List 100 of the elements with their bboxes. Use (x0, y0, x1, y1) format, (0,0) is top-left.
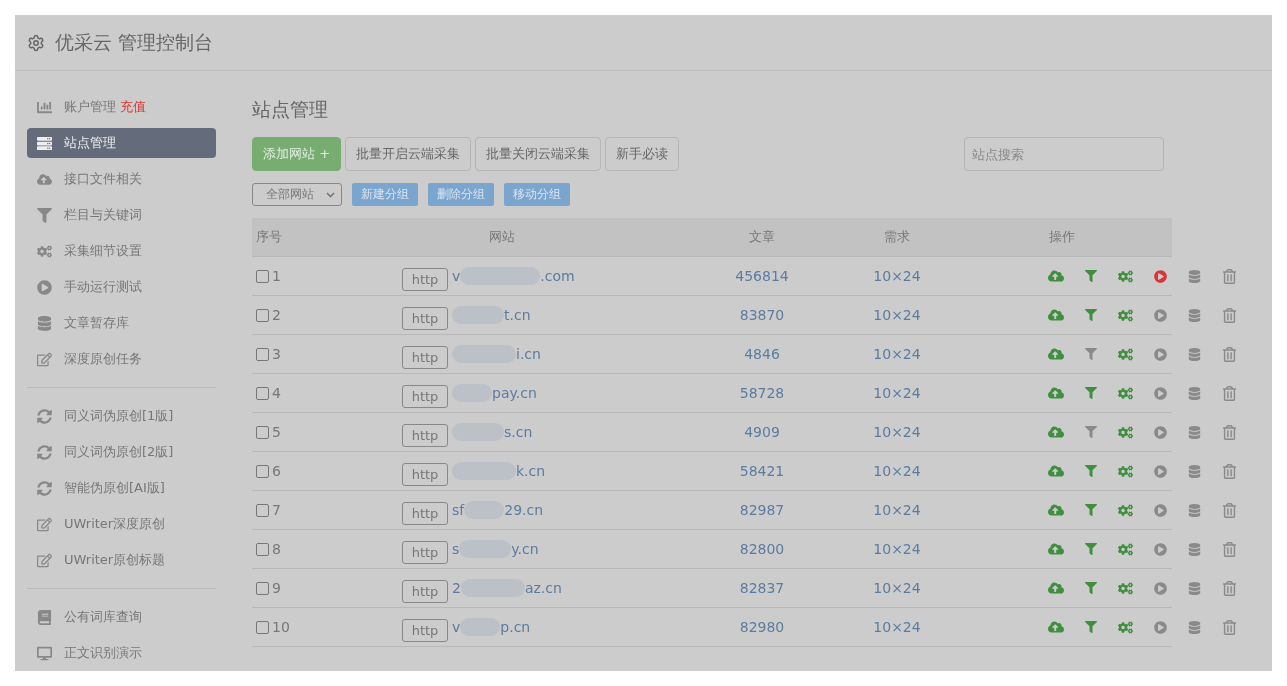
row-checkbox[interactable] (256, 464, 269, 478)
site-name-end[interactable]: .com (540, 268, 575, 284)
trash-icon[interactable] (1222, 541, 1237, 557)
scheme-button[interactable]: http (402, 501, 448, 525)
database-icon[interactable] (1188, 269, 1201, 283)
sidebar-item[interactable]: 深度原创任务 (27, 344, 216, 374)
scheme-button[interactable]: http (402, 384, 448, 408)
cloud-upload-icon[interactable] (1048, 385, 1064, 401)
scheme-button[interactable]: http (402, 579, 448, 603)
row-checkbox[interactable] (256, 425, 269, 439)
gears-icon[interactable] (1118, 580, 1133, 596)
sidebar-item[interactable]: 账户管理 充值 (27, 92, 216, 122)
play-icon[interactable] (1154, 542, 1167, 556)
toolbar-button[interactable]: 批量关闭云端采集 (475, 137, 602, 171)
sidebar-item[interactable]: 同义词伪原创[1版] (27, 401, 216, 431)
gears-icon[interactable] (1118, 463, 1133, 479)
cloud-upload-icon[interactable] (1048, 541, 1064, 557)
gears-icon[interactable] (1118, 619, 1133, 635)
recharge-link[interactable]: 充值 (120, 98, 146, 116)
site-name-end[interactable]: y.cn (511, 541, 539, 557)
trash-icon[interactable] (1222, 268, 1237, 284)
filter-icon[interactable] (1085, 270, 1097, 282)
cloud-upload-icon[interactable] (1048, 307, 1064, 323)
sidebar-item[interactable]: 文章暂存库 (27, 308, 216, 338)
trash-icon[interactable] (1222, 580, 1237, 596)
cloud-upload-icon[interactable] (1048, 346, 1064, 362)
gears-icon[interactable] (1118, 346, 1133, 362)
trash-icon[interactable] (1222, 502, 1237, 518)
database-icon[interactable] (1188, 308, 1201, 322)
sidebar-item[interactable]: UWriter原创标题 (27, 545, 216, 575)
group-button[interactable]: 移动分组 (504, 183, 570, 206)
site-name-end[interactable]: pay.cn (492, 385, 537, 401)
play-icon[interactable] (1154, 347, 1167, 361)
row-checkbox[interactable] (256, 542, 269, 556)
row-checkbox[interactable] (256, 503, 269, 517)
play-icon[interactable] (1154, 308, 1167, 322)
filter-icon[interactable] (1085, 387, 1097, 399)
cloud-upload-icon[interactable] (1048, 424, 1064, 440)
row-checkbox[interactable] (256, 347, 269, 361)
filter-icon[interactable] (1085, 621, 1097, 633)
add-site-button[interactable]: 添加网站 + (252, 137, 342, 171)
play-icon[interactable] (1154, 503, 1167, 517)
group-button[interactable]: 删除分组 (428, 183, 494, 206)
sidebar-item[interactable]: 站点管理 (27, 128, 216, 158)
filter-icon[interactable] (1085, 543, 1097, 555)
gears-icon[interactable] (1118, 502, 1133, 518)
gears-icon[interactable] (1118, 307, 1133, 323)
gears-icon[interactable] (1118, 541, 1133, 557)
play-icon[interactable] (1154, 425, 1167, 439)
toolbar-button[interactable]: 批量开启云端采集 (345, 137, 472, 171)
cloud-upload-icon[interactable] (1048, 502, 1064, 518)
sidebar-item[interactable]: 公有词库查询 (27, 602, 216, 632)
site-name-end[interactable]: i.cn (516, 346, 541, 362)
sidebar-item[interactable]: 栏目与关键词 (27, 200, 216, 230)
cloud-upload-icon[interactable] (1048, 268, 1064, 284)
sidebar-item[interactable]: 正文识别演示 (27, 638, 216, 668)
database-icon[interactable] (1188, 347, 1201, 361)
trash-icon[interactable] (1222, 619, 1237, 635)
row-checkbox[interactable] (256, 581, 269, 595)
scheme-button[interactable]: http (402, 345, 448, 369)
toolbar-button[interactable]: 新手必读 (605, 137, 680, 171)
row-checkbox[interactable] (256, 620, 269, 634)
trash-icon[interactable] (1222, 346, 1237, 362)
database-icon[interactable] (1188, 464, 1201, 478)
sidebar-item[interactable]: UWriter深度原创 (27, 509, 216, 539)
sidebar-item[interactable]: 智能伪原创[AI版] (27, 473, 216, 503)
sidebar-item[interactable]: 接口文件相关 (27, 164, 216, 194)
database-icon[interactable] (1188, 581, 1201, 595)
database-icon[interactable] (1188, 503, 1201, 517)
scheme-button[interactable]: http (402, 267, 448, 291)
filter-icon[interactable] (1085, 348, 1097, 360)
filter-icon[interactable] (1085, 504, 1097, 516)
trash-icon[interactable] (1222, 385, 1237, 401)
filter-icon[interactable] (1085, 465, 1097, 477)
scheme-button[interactable]: http (402, 462, 448, 486)
filter-icon[interactable] (1085, 309, 1097, 321)
database-icon[interactable] (1188, 542, 1201, 556)
scheme-button[interactable]: http (402, 540, 448, 564)
filter-icon[interactable] (1085, 426, 1097, 438)
gears-icon[interactable] (1118, 424, 1133, 440)
sidebar-item[interactable]: 采集细节设置 (27, 236, 216, 266)
group-button[interactable]: 新建分组 (352, 183, 418, 206)
site-name-end[interactable]: k.cn (516, 463, 546, 479)
play-icon[interactable] (1154, 464, 1167, 478)
site-name-end[interactable]: s.cn (504, 424, 533, 440)
group-select[interactable]: 全部网站 (252, 183, 342, 206)
database-icon[interactable] (1188, 386, 1201, 400)
trash-icon[interactable] (1222, 307, 1237, 323)
trash-icon[interactable] (1222, 463, 1237, 479)
sidebar-item[interactable]: 手动运行测试 (27, 272, 216, 302)
site-name-end[interactable]: az.cn (524, 580, 562, 596)
trash-icon[interactable] (1222, 424, 1237, 440)
database-icon[interactable] (1188, 620, 1201, 634)
search-field[interactable]: 站点搜索 (964, 137, 1164, 171)
database-icon[interactable] (1188, 425, 1201, 439)
site-name-end[interactable]: t.cn (504, 307, 531, 323)
site-name-end[interactable]: p.cn (500, 619, 531, 635)
play-icon[interactable] (1154, 269, 1167, 283)
play-icon[interactable] (1154, 620, 1167, 634)
cloud-upload-icon[interactable] (1048, 463, 1064, 479)
